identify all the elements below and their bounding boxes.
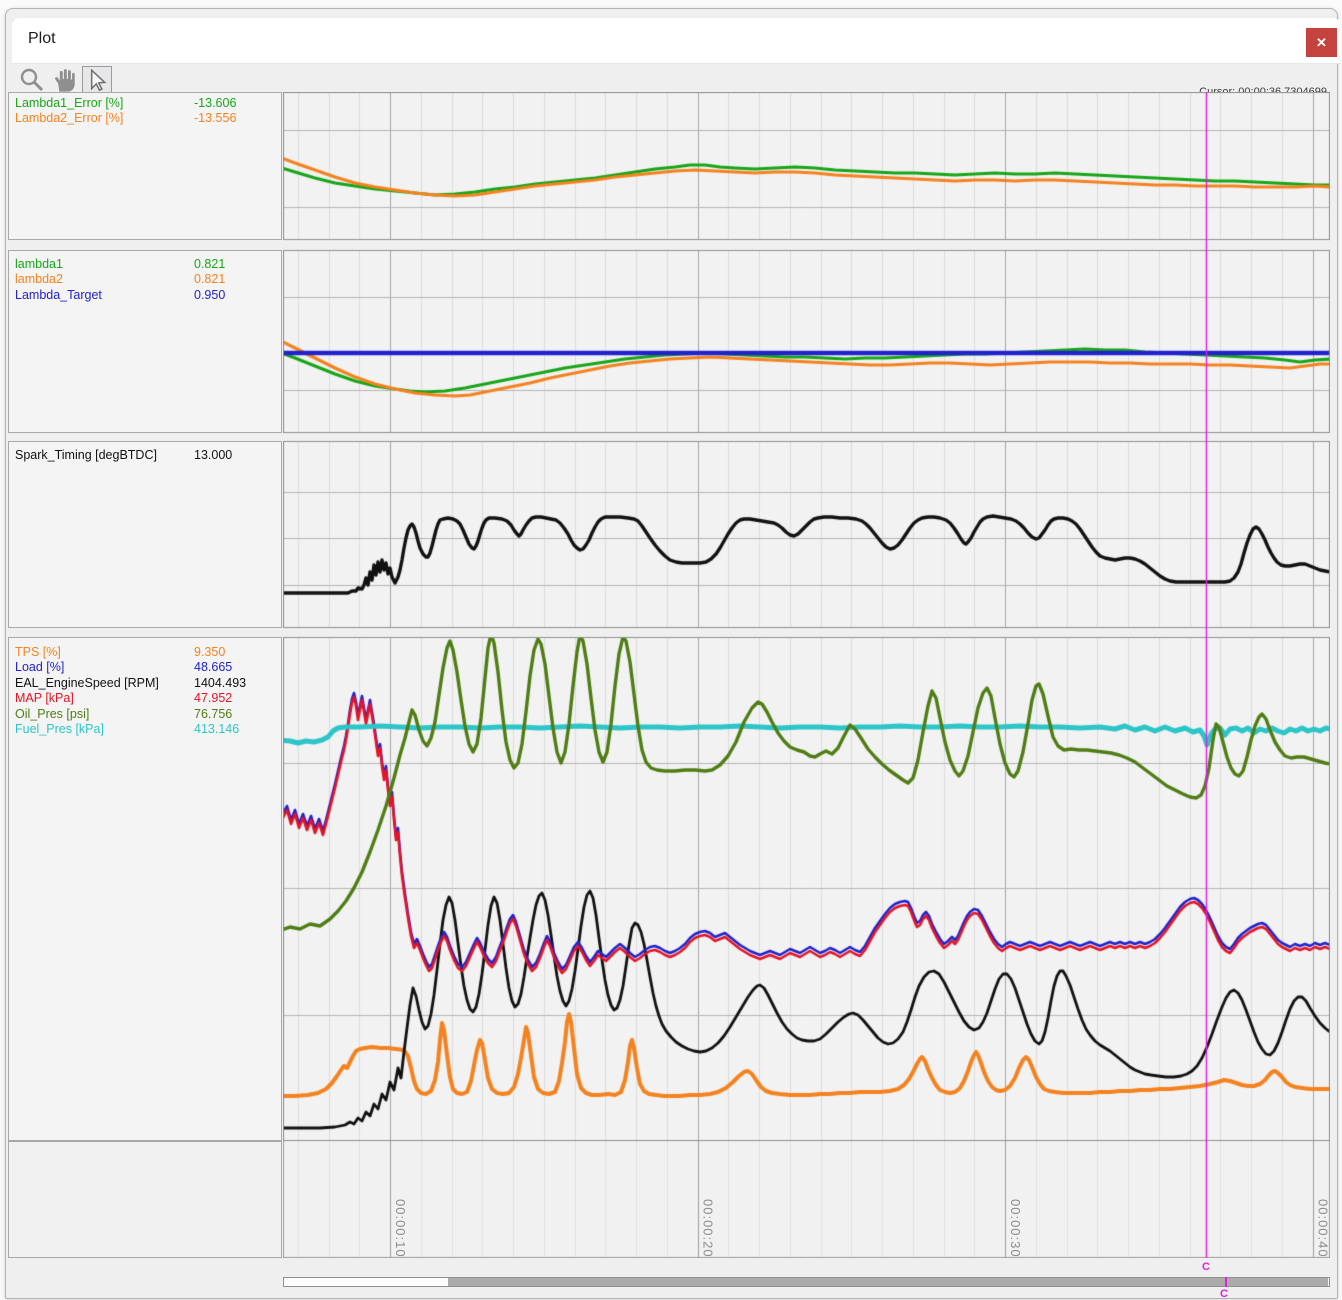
legend-row: Fuel_Pres [kPa] 413.146 xyxy=(9,722,281,737)
time-tick-label: 00:00:30 xyxy=(1008,1199,1023,1258)
legend-value: 413.146 xyxy=(194,722,239,737)
legend-label: Lambda2_Error [%] xyxy=(15,111,123,126)
legend-row: Spark_Timing [degBTDC] 13.000 xyxy=(9,448,281,463)
legend-label: Spark_Timing [degBTDC] xyxy=(15,448,157,463)
legend-value: 76.756 xyxy=(194,707,232,722)
legend-value: 13.000 xyxy=(194,448,232,463)
cursor-scrollbar-tick xyxy=(1225,1277,1227,1287)
legend-row: lambda1 0.821 xyxy=(9,257,281,272)
pan-tool-button[interactable] xyxy=(50,66,78,94)
legend-row: Load [%] 48.665 xyxy=(9,660,281,675)
close-button[interactable]: ✕ xyxy=(1306,28,1337,57)
legend-value: 1404.493 xyxy=(194,676,246,691)
legend-value: 9.350 xyxy=(194,645,225,660)
time-tick-label: 00:00:40 xyxy=(1316,1199,1331,1258)
legend-value: 48.665 xyxy=(194,660,232,675)
legend-label: Load [%] xyxy=(15,660,64,675)
legend-row: Oil_Pres [psi] 76.756 xyxy=(9,707,281,722)
title-bar[interactable]: Plot xyxy=(12,18,1341,64)
legend-label: lambda2 xyxy=(15,272,63,287)
legend-label: Oil_Pres [psi] xyxy=(15,707,89,722)
legend-panel-spark: Spark_Timing [degBTDC] 13.000 xyxy=(8,441,282,628)
plot-canvas[interactable] xyxy=(283,92,1330,1258)
horizontal-scrollbar-track[interactable] xyxy=(283,1277,1330,1287)
legend-value: 47.952 xyxy=(194,691,232,706)
cursor-scroll-marker[interactable]: C xyxy=(1220,1288,1228,1300)
legend-row: Lambda_Target 0.950 xyxy=(9,288,281,303)
legend-panel-lambda-error: Lambda1_Error [%] -13.606 Lambda2_Error … xyxy=(8,92,282,240)
legend-label: MAP [kPa] xyxy=(15,691,74,706)
legend-label: TPS [%] xyxy=(15,645,61,660)
legend-label: Fuel_Pres [kPa] xyxy=(15,722,104,737)
legend-label: EAL_EngineSpeed [RPM] xyxy=(15,676,159,691)
legend-row: Lambda2_Error [%] -13.556 xyxy=(9,111,281,126)
legend-value: -13.606 xyxy=(194,96,236,111)
legend-panel-timeaxis xyxy=(8,1141,282,1258)
cursor-axis-marker[interactable]: C xyxy=(1202,1261,1210,1273)
horizontal-scrollbar-thumb[interactable] xyxy=(448,1278,1328,1286)
legend-panel-engine: TPS [%] 9.350 Load [%] 48.665 EAL_Engine… xyxy=(8,637,282,1141)
zoom-tool-button[interactable] xyxy=(18,66,46,94)
legend-row: lambda2 0.821 xyxy=(9,272,281,287)
legend-panel-lambda: lambda1 0.821 lambda2 0.821 Lambda_Targe… xyxy=(8,250,282,433)
legend-row: Lambda1_Error [%] -13.606 xyxy=(9,96,281,111)
time-tick-label: 00:00:10 xyxy=(393,1199,408,1258)
legend-row: MAP [kPa] 47.952 xyxy=(9,691,281,706)
legend-value: 0.821 xyxy=(194,272,225,287)
legend-label: lambda1 xyxy=(15,257,63,272)
legend-label: Lambda_Target xyxy=(15,288,102,303)
window-title: Plot xyxy=(28,30,56,48)
legend-row: TPS [%] 9.350 xyxy=(9,645,281,660)
screen: Plot ✕ Cursor: xyxy=(0,0,1342,1300)
legend-label: Lambda1_Error [%] xyxy=(15,96,123,111)
legend-value: 0.821 xyxy=(194,257,225,272)
legend-row: EAL_EngineSpeed [RPM] 1404.493 xyxy=(9,676,281,691)
time-tick-label: 00:00:20 xyxy=(701,1199,716,1258)
legend-value: -13.556 xyxy=(194,111,236,126)
legend-value: 0.950 xyxy=(194,288,225,303)
